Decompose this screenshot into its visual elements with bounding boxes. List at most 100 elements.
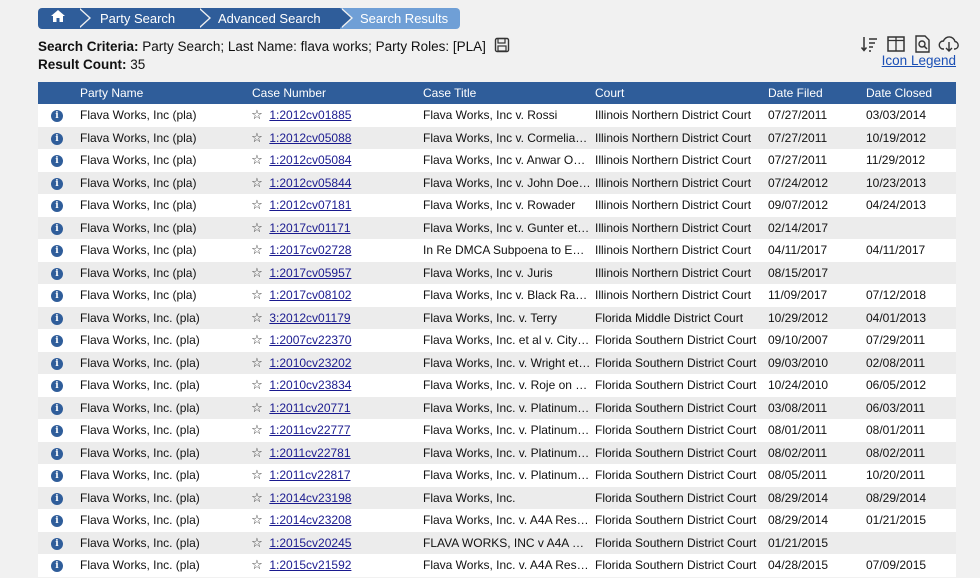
info-icon[interactable]: i	[51, 155, 63, 168]
col-header-party-name[interactable]: Party Name	[76, 82, 248, 104]
date-filed-cell: 02/14/2017	[764, 216, 862, 239]
party-name-cell: Flava Works, Inc (pla)	[76, 171, 248, 194]
case-number-link[interactable]: 1:2011cv20771	[269, 401, 350, 415]
info-icon[interactable]: i	[51, 560, 63, 573]
star-icon[interactable]: ☆	[248, 467, 266, 483]
case-number-link[interactable]: 1:2017cv02728	[269, 243, 351, 257]
star-icon[interactable]: ☆	[248, 512, 266, 528]
info-icon[interactable]: i	[51, 177, 63, 190]
info-icon[interactable]: i	[51, 245, 63, 258]
save-icon[interactable]	[494, 37, 510, 57]
case-number-link[interactable]: 1:2011cv22781	[269, 446, 350, 460]
info-cell: i	[38, 329, 76, 352]
case-number-link[interactable]: 1:2012cv05088	[269, 131, 351, 145]
case-number-link[interactable]: 3:2012cv01179	[269, 311, 350, 325]
info-icon[interactable]: i	[51, 200, 63, 213]
info-icon[interactable]: i	[51, 492, 63, 505]
case-number-link[interactable]: 1:2017cv08102	[269, 288, 351, 302]
star-icon[interactable]: ☆	[248, 377, 266, 393]
case-number-link[interactable]: 1:2007cv22370	[269, 333, 351, 347]
case-number-link[interactable]: 1:2010cv23834	[269, 378, 351, 392]
date-filed-cell: 08/02/2011	[764, 441, 862, 464]
breadcrumb: Party Search Advanced Search Search Resu…	[38, 8, 460, 29]
case-number-link[interactable]: 1:2011cv22817	[269, 468, 350, 482]
icon-legend-link[interactable]: Icon Legend	[882, 53, 956, 68]
info-icon[interactable]: i	[51, 425, 63, 438]
star-icon[interactable]: ☆	[248, 490, 266, 506]
info-icon[interactable]: i	[51, 110, 63, 123]
case-number-link[interactable]: 1:2014cv23198	[269, 491, 351, 505]
party-name-cell: Flava Works, Inc (pla)	[76, 194, 248, 217]
party-name-cell: Flava Works, Inc. (pla)	[76, 441, 248, 464]
star-icon[interactable]: ☆	[248, 445, 266, 461]
case-number-link[interactable]: 1:2015cv20245	[269, 536, 351, 550]
info-icon[interactable]: i	[51, 447, 63, 460]
case-title-cell: Flava Works, Inc v. Rossi	[419, 104, 591, 127]
case-number-link[interactable]: 1:2014cv23208	[269, 513, 351, 527]
case-number-link[interactable]: 1:2015cv21592	[269, 558, 351, 572]
case-number-link[interactable]: 1:2017cv01171	[269, 221, 350, 235]
info-cell: i	[38, 306, 76, 329]
info-icon[interactable]: i	[51, 290, 63, 303]
star-icon[interactable]: ☆	[248, 400, 266, 416]
star-icon[interactable]: ☆	[248, 175, 266, 191]
star-icon[interactable]: ☆	[248, 152, 266, 168]
info-icon[interactable]: i	[51, 515, 63, 528]
case-title-cell: Flava Works, Inc v. Anwar Ogi…	[419, 149, 591, 172]
date-closed-cell: 10/19/2012	[862, 126, 956, 149]
info-icon[interactable]: i	[51, 402, 63, 415]
case-number-link[interactable]: 1:2017cv05957	[269, 266, 351, 280]
info-icon[interactable]: i	[51, 222, 63, 235]
date-closed-cell: 08/02/2011	[862, 441, 956, 464]
info-icon[interactable]: i	[51, 267, 63, 280]
info-icon[interactable]: i	[51, 537, 63, 550]
case-number-link[interactable]: 1:2010cv23202	[269, 356, 351, 370]
case-number-link[interactable]: 1:2011cv22777	[269, 423, 350, 437]
info-icon[interactable]: i	[51, 470, 63, 483]
info-cell: i	[38, 126, 76, 149]
info-icon[interactable]: i	[51, 335, 63, 348]
sort-icon[interactable]	[860, 34, 880, 54]
info-icon[interactable]: i	[51, 312, 63, 325]
breadcrumb-home[interactable]	[38, 8, 91, 29]
col-header-date-closed[interactable]: Date Closed	[862, 82, 956, 104]
star-icon[interactable]: ☆	[248, 197, 266, 213]
star-icon[interactable]: ☆	[248, 107, 266, 123]
star-icon[interactable]: ☆	[248, 287, 266, 303]
search-criteria: Search Criteria: Party Search; Last Name…	[38, 37, 510, 73]
star-icon[interactable]: ☆	[248, 332, 266, 348]
case-number-link[interactable]: 1:2012cv05844	[269, 176, 351, 190]
search-document-icon[interactable]	[912, 34, 932, 54]
case-title-cell: Flava Works, Inc v. Black Ray…	[419, 284, 591, 307]
star-icon[interactable]: ☆	[248, 265, 266, 281]
star-icon[interactable]: ☆	[248, 130, 266, 146]
columns-icon[interactable]	[886, 34, 906, 54]
table-row: i Flava Works, Inc (pla) ☆ 1:2012cv01885 Fl…	[38, 104, 956, 127]
info-icon[interactable]: i	[51, 357, 63, 370]
star-icon[interactable]: ☆	[248, 310, 266, 326]
star-icon[interactable]: ☆	[248, 422, 266, 438]
case-number-link[interactable]: 1:2012cv01885	[269, 108, 351, 122]
court-cell: Illinois Northern District Court	[591, 261, 764, 284]
court-cell: Illinois Northern District Court	[591, 171, 764, 194]
col-header-case-title[interactable]: Case Title	[419, 82, 591, 104]
case-title-cell: FLAVA WORKS, INC v A4A RE…	[419, 531, 591, 554]
star-icon[interactable]: ☆	[248, 242, 266, 258]
case-number-link[interactable]: 1:2012cv07181	[269, 198, 351, 212]
home-icon	[50, 8, 66, 29]
date-closed-cell	[862, 261, 956, 284]
col-header-date-filed[interactable]: Date Filed	[764, 82, 862, 104]
col-header-case-number[interactable]: Case Number	[248, 82, 419, 104]
date-filed-cell: 07/27/2011	[764, 126, 862, 149]
star-icon[interactable]: ☆	[248, 557, 266, 573]
case-number-link[interactable]: 1:2012cv05084	[269, 153, 351, 167]
cloud-download-icon[interactable]	[938, 34, 959, 54]
breadcrumb-party-search[interactable]: Party Search	[78, 8, 211, 29]
col-header-court[interactable]: Court	[591, 82, 764, 104]
star-icon[interactable]: ☆	[248, 535, 266, 551]
star-icon[interactable]: ☆	[248, 355, 266, 371]
star-icon[interactable]: ☆	[248, 220, 266, 236]
info-icon[interactable]: i	[51, 132, 63, 145]
breadcrumb-advanced-search[interactable]: Advanced Search	[198, 8, 353, 29]
info-icon[interactable]: i	[51, 380, 63, 393]
